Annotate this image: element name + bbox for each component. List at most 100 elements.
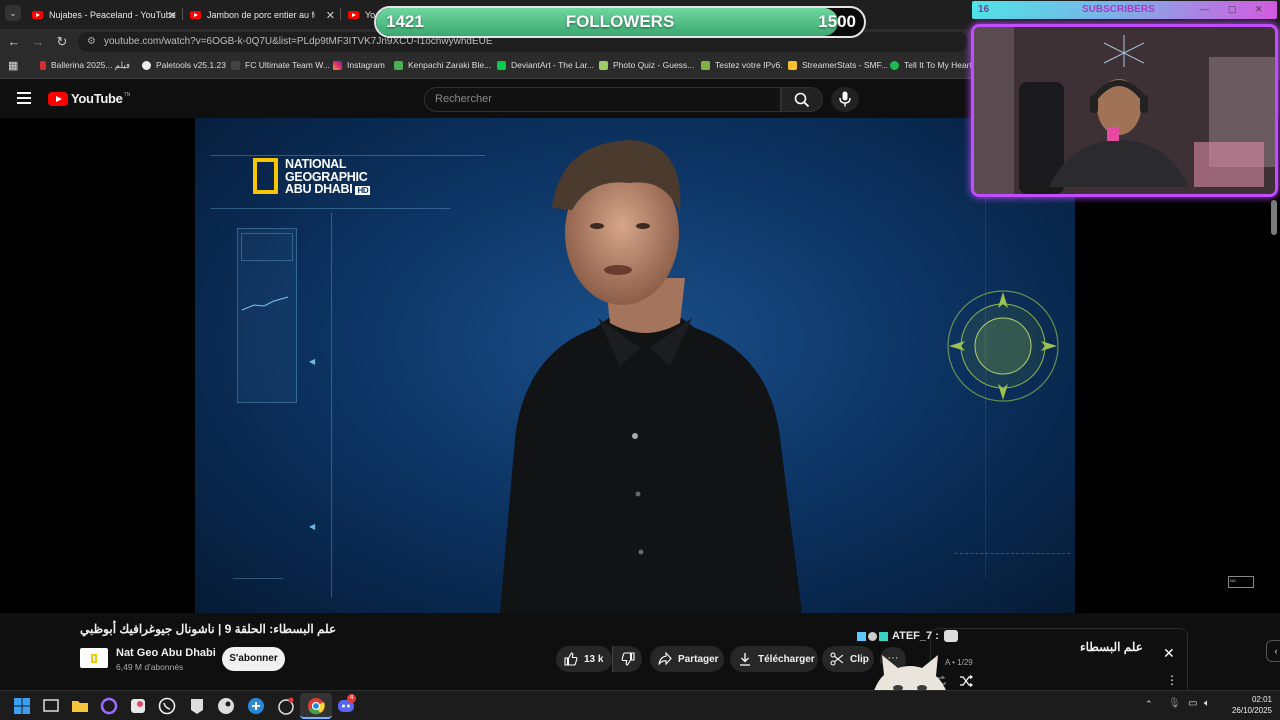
chat-emote-icon bbox=[879, 631, 888, 641]
bookmark-item[interactable]: Paletools v25.1.23 bbox=[142, 60, 226, 70]
share-icon bbox=[658, 652, 672, 666]
bookmark-icon bbox=[142, 60, 151, 70]
steam-icon[interactable] bbox=[217, 697, 235, 715]
like-icon bbox=[564, 652, 578, 666]
streamer-webcam bbox=[971, 24, 1278, 197]
bookmark-item[interactable]: Instagram bbox=[333, 60, 385, 70]
hud-arrow: ◀ bbox=[309, 357, 316, 366]
hud-line bbox=[955, 553, 1070, 554]
site-info-icon[interactable]: ⚙ bbox=[87, 32, 96, 52]
search-placeholder: Rechercher bbox=[435, 93, 492, 105]
brand-line: ABU DHABI HD bbox=[285, 182, 371, 196]
natgeo-yellow-frame bbox=[253, 158, 278, 194]
discord-badge: 4 bbox=[347, 694, 356, 703]
channel-avatar[interactable] bbox=[80, 648, 108, 668]
video-title: علم البسطاء: الحلقة 9 | ناشونال جيوغرافي… bbox=[80, 622, 337, 636]
dislike-icon bbox=[621, 652, 635, 666]
subscribe-button[interactable]: S'abonner bbox=[222, 647, 285, 671]
bookmark-icon bbox=[788, 60, 797, 70]
playlist-title: علم البسطاء bbox=[1080, 640, 1143, 654]
bookmark-icon bbox=[701, 60, 710, 70]
snipping-tool-icon[interactable] bbox=[129, 697, 147, 715]
followers-goal-bar: 1421 FOLLOWERS 1500 bbox=[374, 6, 866, 38]
share-button[interactable]: Partager bbox=[650, 646, 724, 672]
letterbox-left bbox=[0, 118, 195, 613]
close-icon[interactable]: ✕ bbox=[1163, 645, 1175, 662]
channel-name[interactable]: Nat Geo Abu Dhabi bbox=[116, 647, 216, 659]
close-icon[interactable]: ✕ bbox=[326, 9, 335, 22]
whatsapp-icon[interactable] bbox=[158, 697, 176, 715]
bookmark-item[interactable]: DeviantArt - The Lar... bbox=[497, 60, 594, 70]
hud-line bbox=[331, 213, 332, 598]
side-button[interactable]: ‹ bbox=[1266, 640, 1280, 662]
chat-emote-icon bbox=[857, 631, 866, 641]
search-input[interactable]: Rechercher bbox=[424, 87, 781, 112]
tab-search-button[interactable]: ⌄ bbox=[5, 5, 21, 21]
hud-line bbox=[210, 208, 450, 209]
task-view-icon[interactable] bbox=[42, 697, 60, 715]
download-icon bbox=[740, 653, 750, 666]
windows-start-icon[interactable] bbox=[13, 697, 31, 715]
shuffle-icon[interactable] bbox=[959, 675, 973, 687]
app-icon[interactable] bbox=[247, 697, 265, 715]
restore-icon: ▢ bbox=[1228, 4, 1237, 14]
youtube-icon bbox=[348, 11, 359, 19]
close-icon[interactable]: ✕ bbox=[168, 9, 177, 22]
mic-tray-icon[interactable]: 🎙︎ bbox=[1168, 698, 1181, 709]
youtube-play-icon bbox=[48, 91, 68, 106]
compass-graphic bbox=[947, 290, 1059, 402]
bookmark-item[interactable]: Tell It To My Heart bbox=[890, 60, 972, 70]
subscribers-bar: 16 SUBSCRIBERS — ▢ ✕ bbox=[972, 1, 1277, 19]
game-app-icon[interactable] bbox=[277, 697, 295, 715]
apps-icon[interactable]: ▦ bbox=[8, 59, 18, 72]
network-icon[interactable]: ▭ bbox=[1188, 698, 1197, 709]
subscribers-count: 16 bbox=[978, 4, 990, 15]
like-button[interactable]: 13 k bbox=[556, 646, 612, 672]
tab-nujabes[interactable]: Nujabes - Peaceland - YouTube ✕ bbox=[32, 4, 177, 26]
dislike-button[interactable] bbox=[612, 646, 642, 672]
mic-icon bbox=[839, 91, 851, 107]
page-scrollbar[interactable] bbox=[1271, 200, 1277, 235]
cat-emote-icon bbox=[943, 630, 958, 642]
youtube-logo[interactable]: YouTube TN bbox=[48, 91, 130, 106]
share-label: Partager bbox=[678, 653, 719, 665]
volume-icon[interactable]: 🔈︎ bbox=[1204, 698, 1210, 709]
bookmark-item[interactable]: Photo Quiz - Guess... bbox=[599, 60, 694, 70]
system-clock[interactable]: 02:01 26/10/2025 bbox=[1224, 694, 1272, 716]
epic-games-icon[interactable] bbox=[188, 697, 206, 715]
bookmark-item[interactable]: FC Ultimate Team W... bbox=[231, 60, 330, 70]
more-options-icon[interactable]: ⋮ bbox=[1166, 673, 1178, 687]
youtube-icon bbox=[32, 11, 43, 19]
subscribers-label: SUBSCRIBERS bbox=[1082, 4, 1155, 15]
search-icon bbox=[794, 92, 810, 108]
bookmark-icon bbox=[394, 60, 403, 70]
hud-line bbox=[233, 578, 283, 579]
minimize-icon: — bbox=[1200, 4, 1209, 14]
logo-region: TN bbox=[123, 91, 131, 98]
youtube-icon bbox=[190, 11, 201, 19]
chrome-icon[interactable] bbox=[307, 697, 325, 715]
bookmark-item[interactable]: StreamerStats - SMF... bbox=[788, 60, 888, 70]
download-label: Télécharger bbox=[758, 653, 815, 665]
hd-badge: HD bbox=[355, 186, 371, 195]
voice-search-button[interactable] bbox=[831, 87, 859, 112]
file-explorer-icon[interactable] bbox=[71, 697, 89, 715]
bookmark-item[interactable]: Kenpachi Zaraki Ble... bbox=[394, 60, 491, 70]
hud-line bbox=[210, 155, 485, 156]
instagram-icon bbox=[333, 60, 342, 70]
hud-graph bbox=[241, 296, 289, 311]
bookmark-icon bbox=[231, 60, 240, 70]
cortana-icon[interactable] bbox=[100, 697, 118, 715]
forward-icon[interactable]: → bbox=[29, 33, 47, 51]
reload-icon[interactable]: ↻ bbox=[53, 33, 71, 51]
download-button[interactable]: Télécharger bbox=[730, 646, 818, 672]
chat-message: ATEF_7 : bbox=[857, 630, 958, 642]
bookmark-item[interactable]: Ballerina 2025... فيلم bbox=[40, 60, 130, 71]
tray-chevron-icon[interactable]: ⌃ bbox=[1145, 699, 1153, 710]
bookmark-item[interactable]: Testez votre IPv6. bbox=[701, 60, 783, 70]
search-button[interactable] bbox=[781, 87, 823, 112]
tab-jambon[interactable]: Jambon de porc entier au four ✕ bbox=[190, 4, 335, 26]
menu-icon[interactable] bbox=[17, 92, 31, 104]
back-icon[interactable]: ← bbox=[5, 33, 23, 51]
natgeo-watermark: NATIONAL GEOGRAPHIC ABU DHABI HD bbox=[253, 158, 371, 198]
